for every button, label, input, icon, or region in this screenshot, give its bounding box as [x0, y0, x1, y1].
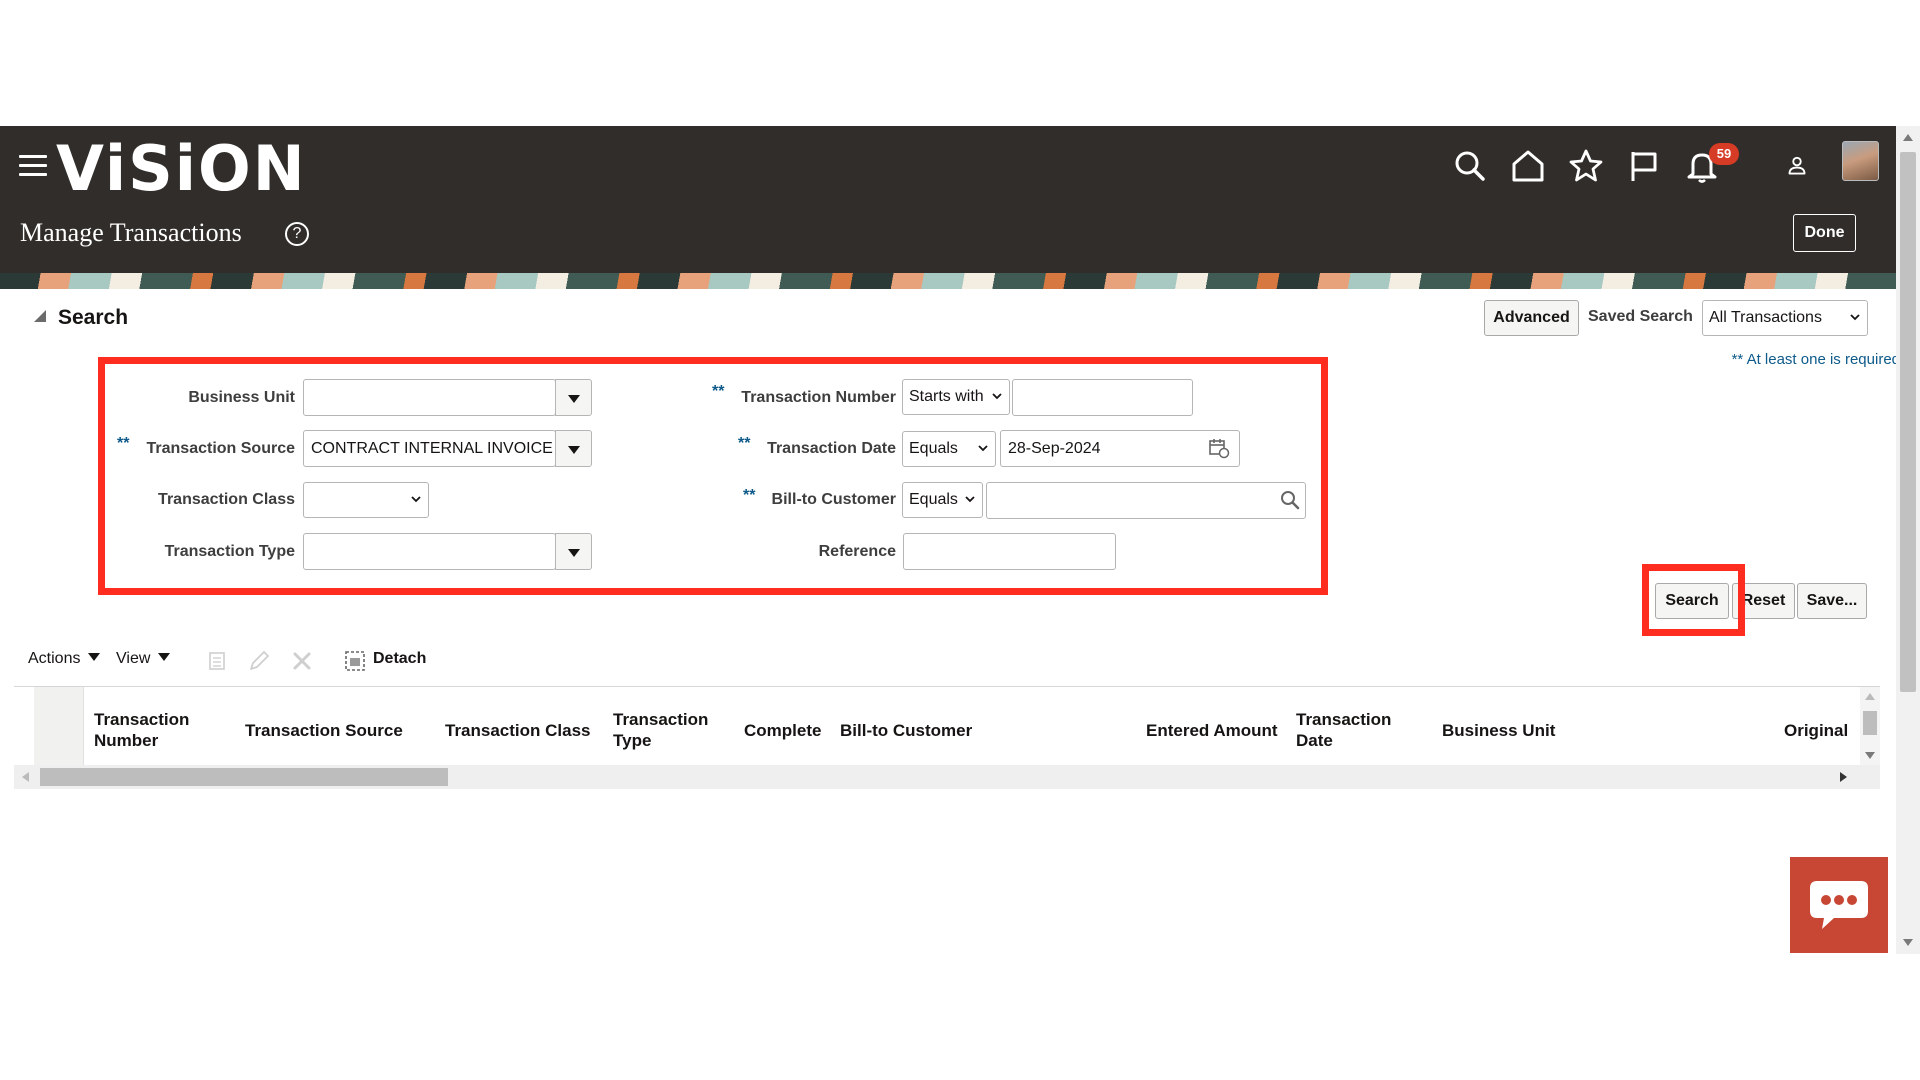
required-note: ** At least one is required: [1731, 351, 1900, 368]
delete-x-icon[interactable]: [290, 649, 314, 673]
transaction-date-label: Transaction Date: [767, 440, 896, 457]
transaction-class-select[interactable]: [303, 482, 429, 518]
advanced-button[interactable]: Advanced: [1484, 300, 1579, 336]
column-header-transaction-class[interactable]: Transaction Class: [445, 720, 591, 741]
notification-badge: 59: [1709, 143, 1739, 165]
chevron-down-icon: [411, 496, 421, 503]
transaction-date-operator-value: Equals: [909, 440, 958, 457]
scroll-right-arrow-icon[interactable]: [1840, 772, 1847, 782]
view-label: View: [116, 650, 151, 667]
edit-pencil-icon[interactable]: [247, 649, 271, 673]
transaction-source-label: Transaction Source: [146, 440, 296, 457]
transaction-source-input[interactable]: CONTRACT INTERNAL INVOICE: [303, 430, 556, 467]
app-logo: ViSiON: [56, 132, 307, 205]
home-icon[interactable]: [1508, 146, 1548, 186]
bill-to-customer-label: Bill-to Customer: [771, 491, 896, 508]
scroll-down-arrow-icon[interactable]: [1903, 939, 1913, 946]
column-header-original[interactable]: Original: [1784, 720, 1848, 741]
scroll-up-arrow-icon[interactable]: [1903, 134, 1913, 141]
chevron-down-icon: [978, 445, 988, 452]
business-unit-dropdown-button[interactable]: [555, 379, 592, 416]
business-unit-input[interactable]: [303, 379, 556, 416]
detach-button[interactable]: Detach: [373, 650, 426, 668]
calendar-icon[interactable]: [1208, 437, 1230, 459]
actions-label: Actions: [28, 650, 81, 667]
column-header-business-unit[interactable]: Business Unit: [1442, 720, 1555, 741]
scroll-up-arrow-icon[interactable]: [1865, 693, 1875, 700]
column-header-complete[interactable]: Complete: [744, 720, 821, 741]
transaction-number-input[interactable]: [1012, 379, 1193, 416]
table-horizontal-scrollbar[interactable]: [14, 765, 1880, 789]
table-vertical-scrollbar[interactable]: [1860, 687, 1880, 765]
column-header-transaction-number[interactable]: Transaction Number: [94, 709, 189, 751]
view-menu[interactable]: View: [116, 650, 171, 668]
scroll-down-arrow-icon[interactable]: [1865, 752, 1875, 759]
chat-button[interactable]: [1790, 857, 1888, 953]
avatar[interactable]: [1842, 141, 1879, 181]
user-icon[interactable]: [1782, 146, 1812, 186]
caret-down-icon: [88, 653, 101, 661]
saved-search-label: Saved Search: [1588, 308, 1693, 325]
bill-to-customer-operator-value: Equals: [909, 491, 958, 508]
help-icon[interactable]: ?: [285, 222, 309, 246]
scroll-thumb[interactable]: [40, 768, 448, 786]
scroll-left-arrow-icon[interactable]: [22, 772, 29, 782]
chevron-down-icon: [965, 496, 975, 503]
column-header-transaction-date[interactable]: Transaction Date: [1296, 709, 1391, 751]
transaction-type-label: Transaction Type: [164, 543, 295, 560]
column-header-bill-to-customer[interactable]: Bill-to Customer: [840, 720, 972, 741]
menu-icon[interactable]: [19, 155, 47, 177]
column-header-entered-amount[interactable]: Entered Amount: [1146, 720, 1278, 741]
reference-input[interactable]: [903, 533, 1116, 570]
column-header-transaction-source[interactable]: Transaction Source: [245, 720, 403, 741]
chevron-down-icon: [992, 393, 1002, 400]
transaction-source-dropdown-button[interactable]: [555, 430, 592, 467]
flag-icon[interactable]: [1624, 146, 1664, 186]
done-button[interactable]: Done: [1793, 214, 1856, 252]
star-icon[interactable]: [1566, 146, 1606, 186]
search-icon[interactable]: [1450, 146, 1490, 186]
transaction-number-operator-select[interactable]: Starts with: [902, 379, 1010, 415]
search-button[interactable]: Search: [1655, 583, 1729, 619]
transaction-number-operator-value: Starts with: [909, 388, 984, 405]
transaction-date-operator-select[interactable]: Equals: [902, 431, 996, 467]
chevron-down-icon: [1850, 314, 1860, 321]
search-icon[interactable]: [1279, 489, 1301, 511]
search-section-toggle[interactable]: Search: [34, 306, 128, 330]
collapse-triangle-icon: [34, 310, 46, 322]
saved-search-select[interactable]: All Transactions: [1702, 300, 1868, 336]
bill-to-customer-input[interactable]: [986, 482, 1306, 519]
transaction-date-input[interactable]: 28-Sep-2024: [1000, 430, 1240, 467]
actions-menu[interactable]: Actions: [28, 650, 101, 668]
bill-to-customer-operator-select[interactable]: Equals: [902, 482, 983, 518]
results-table: Transaction Number Transaction Source Tra…: [14, 686, 1880, 792]
page-title: Manage Transactions: [20, 218, 242, 247]
caret-down-icon: [158, 653, 171, 661]
transaction-number-label: Transaction Number: [741, 389, 896, 406]
scroll-thumb[interactable]: [1863, 711, 1877, 735]
app-header: ViSiON Manage Transactions ? 59 Done: [0, 126, 1896, 273]
scroll-thumb[interactable]: [1900, 152, 1916, 692]
save-button[interactable]: Save...: [1797, 583, 1867, 619]
list-icon[interactable]: [205, 649, 229, 673]
reference-label: Reference: [818, 543, 896, 560]
business-unit-label: Business Unit: [188, 389, 295, 406]
transaction-class-label: Transaction Class: [158, 491, 295, 508]
detach-icon[interactable]: [343, 649, 367, 673]
row-header-column: [34, 687, 84, 765]
chat-bubble-icon: [1810, 881, 1868, 929]
saved-search-value: All Transactions: [1709, 309, 1822, 326]
column-header-transaction-type[interactable]: Transaction Type: [613, 709, 708, 751]
search-heading: Search: [58, 306, 129, 329]
page-vertical-scrollbar[interactable]: [1896, 126, 1920, 954]
decorative-banner: [0, 273, 1896, 289]
transaction-type-input[interactable]: [303, 533, 556, 570]
transaction-type-dropdown-button[interactable]: [555, 533, 592, 570]
